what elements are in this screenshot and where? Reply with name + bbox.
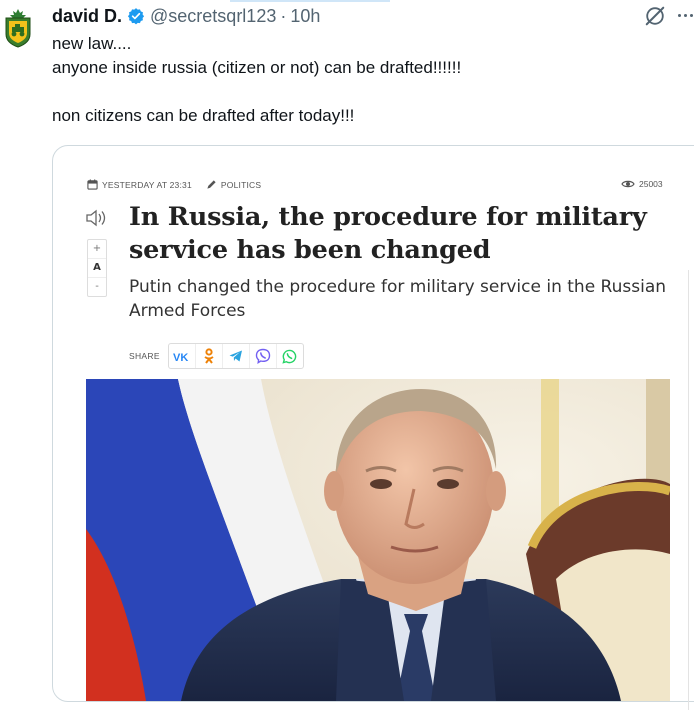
font-size-controls: + A - (87, 239, 107, 297)
telegram-share-icon[interactable] (223, 344, 250, 368)
viber-share-icon[interactable] (250, 344, 277, 368)
share-bar: SHARE VK (129, 343, 304, 369)
svg-text:VK: VK (173, 352, 188, 362)
grok-icon[interactable] (644, 5, 666, 27)
avatar-emblem-icon[interactable] (3, 8, 33, 48)
top-divider (230, 0, 390, 2)
font-normal-button[interactable]: A (88, 259, 106, 278)
tweet-text: new law.... anyone inside russia (citize… (52, 32, 461, 128)
article-meta: YESTERDAY AT 23:31 POLITICS (87, 179, 261, 190)
article-category: POLITICS (220, 179, 262, 190)
separator-dot: · (280, 5, 287, 26)
article-photo (86, 379, 670, 701)
views-count: 25003 (639, 179, 663, 189)
embedded-article-image[interactable]: YESTERDAY AT 23:31 POLITICS 25003 + A - … (52, 145, 694, 702)
share-label: SHARE (129, 351, 160, 361)
tweet-line: new law.... (52, 34, 132, 53)
article-views: 25003 (621, 179, 663, 189)
tweet-timestamp[interactable]: 10h (290, 6, 320, 27)
vk-share-icon[interactable]: VK (169, 344, 196, 368)
font-decrease-button[interactable]: - (88, 278, 106, 296)
article-subheadline: Putin changed the procedure for military… (129, 277, 667, 321)
eye-icon (621, 180, 635, 188)
calendar-icon (87, 179, 98, 190)
article-date: YESTERDAY AT 23:31 (102, 179, 192, 190)
font-increase-button[interactable]: + (88, 240, 106, 259)
verified-badge-icon (127, 8, 145, 25)
whatsapp-share-icon[interactable] (277, 344, 303, 368)
tweet-line: anyone inside russia (citizen or not) ca… (52, 58, 462, 77)
author-name[interactable]: david D. (52, 6, 122, 27)
more-options-icon[interactable] (678, 14, 693, 17)
author-handle[interactable]: @secretsqrl123 (150, 6, 276, 27)
odnoklassniki-share-icon[interactable] (196, 344, 223, 368)
article-headline: In Russia, the procedure for military se… (129, 202, 647, 265)
tweet-header: david D. @secretsqrl123 · 10h (52, 5, 320, 27)
pencil-icon (207, 180, 216, 189)
speaker-icon (86, 209, 106, 227)
tweet-line: non citizens can be drafted after today!… (52, 106, 355, 125)
scroll-edge (688, 270, 694, 710)
